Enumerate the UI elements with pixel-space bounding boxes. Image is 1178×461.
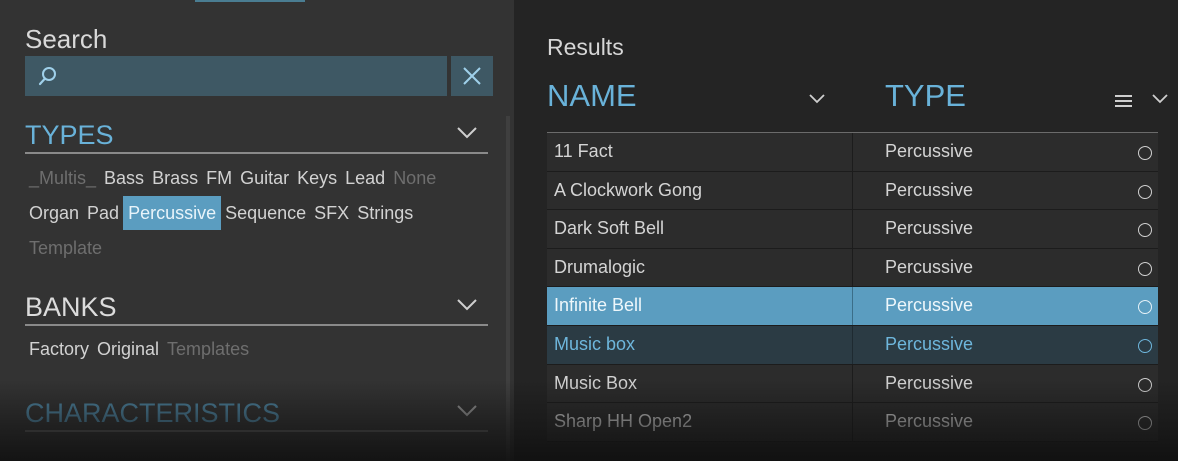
preset-name: Drumalogic [554,256,646,277]
filter-tag[interactable]: Strings [353,196,417,230]
characteristics-section-header[interactable]: CHARACTERISTICS [25,398,488,432]
close-icon [463,67,481,85]
preset-name: Music Box [554,372,638,393]
preset-type: Percussive [885,141,974,161]
preset-name: Dark Soft Bell [554,218,665,239]
table-row[interactable]: Dark Soft Bell Percussive [547,210,1158,249]
filter-scrollbar[interactable] [506,116,510,461]
favorite-circle-icon[interactable] [1138,338,1152,353]
chevron-down-icon[interactable] [809,94,825,104]
search-icon [38,67,56,86]
table-row[interactable]: Drumalogic Percussive [547,248,1158,288]
preset-type: Percussive [885,333,974,354]
favorite-circle-icon[interactable] [1138,377,1152,392]
clear-search-button[interactable] [451,56,493,96]
column-divider [852,287,853,326]
type-column-header[interactable]: TYPE [885,78,966,114]
table-row[interactable]: Music box Percussive [547,325,1158,365]
favorite-circle-icon[interactable] [1138,146,1152,160]
chevron-down-icon[interactable] [1152,94,1168,104]
favorite-circle-icon[interactable] [1138,261,1152,276]
types-tag-row: _Multis_ Bass Brass FM Guitar Keys Lead None [25,161,440,195]
column-divider [852,133,853,171]
table-row[interactable]: Infinite Bell Percussive [547,287,1158,326]
table-row[interactable]: Music Box Percussive [547,364,1158,404]
filter-tag[interactable]: Original [93,332,163,366]
preset-name: Music box [554,333,636,354]
preset-type: Percussive [885,411,974,432]
menu-icon[interactable] [1115,95,1132,107]
filter-tag[interactable]: Templates [163,332,253,366]
column-divider [852,248,853,287]
filter-tag[interactable]: Sequence [221,196,310,230]
table-row[interactable]: 11 Fact Percussive [547,133,1158,172]
table-row[interactable]: A Clockwork Gong Percussive [547,171,1158,211]
preset-type: Percussive [885,218,974,239]
column-divider [852,403,853,442]
types-tag-row: Organ Pad Percussive Sequence SFX Strings [25,196,417,230]
column-divider [852,210,853,249]
table-row[interactable]: Sharp HH Open2 Percussive [547,403,1158,442]
favorite-circle-icon[interactable] [1138,300,1152,315]
browser-filter-panel: Search TYPES _Multis_ Bass Brass FM Guitar Ke… [0,0,514,461]
search-input[interactable] [69,56,439,96]
banks-tag-row: Factory Original Templates [25,332,253,366]
filter-tag[interactable]: Lead [341,161,389,195]
filter-tag[interactable]: Bass [100,161,148,195]
filter-tag[interactable]: Percussive [123,196,222,230]
search-title: Search [25,24,108,54]
preset-type: Percussive [885,256,974,277]
filter-tag[interactable]: Organ [25,196,83,230]
results-panel: Results NAME TYPE 11 Fact Percussive A Clo… [514,0,1178,461]
preset-name: A Clockwork Gong [554,179,703,200]
preset-type: Percussive [885,179,974,200]
filter-tag[interactable]: SFX [310,196,353,230]
filter-tag[interactable]: Template [25,231,106,265]
types-title: TYPES [25,120,114,150]
filter-tag[interactable]: None [389,161,440,195]
chevron-down-icon[interactable] [456,298,478,312]
filter-tag[interactable]: Keys [293,161,341,195]
column-divider [852,364,853,403]
preset-name: Infinite Bell [554,295,643,316]
results-title: Results [547,34,624,60]
favorite-circle-icon[interactable] [1138,184,1152,199]
favorite-circle-icon[interactable] [1138,223,1152,238]
search-box[interactable] [25,56,447,96]
column-divider [852,171,853,210]
preset-name: 11 Fact [554,141,613,161]
characteristics-title: CHARACTERISTICS [25,398,281,428]
name-column-header[interactable]: NAME [547,78,637,114]
preset-type: Percussive [885,295,974,316]
top-accent-bar [195,0,305,2]
favorite-circle-icon[interactable] [1138,416,1152,431]
filter-tag[interactable]: Brass [148,161,202,195]
banks-title: BANKS [25,292,117,322]
banks-section-header[interactable]: BANKS [25,292,488,326]
column-divider [852,325,853,364]
chevron-down-icon[interactable] [456,126,478,140]
filter-tag[interactable]: Guitar [236,161,293,195]
types-section-header[interactable]: TYPES [25,120,488,154]
filter-tag[interactable]: Pad [83,196,123,230]
types-tag-row: Template [25,231,106,265]
filter-tag[interactable]: _Multis_ [25,161,100,195]
results-list: 11 Fact Percussive A Clockwork Gong Percuss… [547,133,1158,442]
filter-tag[interactable]: Factory [25,332,93,366]
chevron-down-icon[interactable] [456,404,478,418]
preset-name: Sharp HH Open2 [554,411,693,432]
preset-type: Percussive [885,372,974,393]
filter-tag[interactable]: FM [202,161,236,195]
